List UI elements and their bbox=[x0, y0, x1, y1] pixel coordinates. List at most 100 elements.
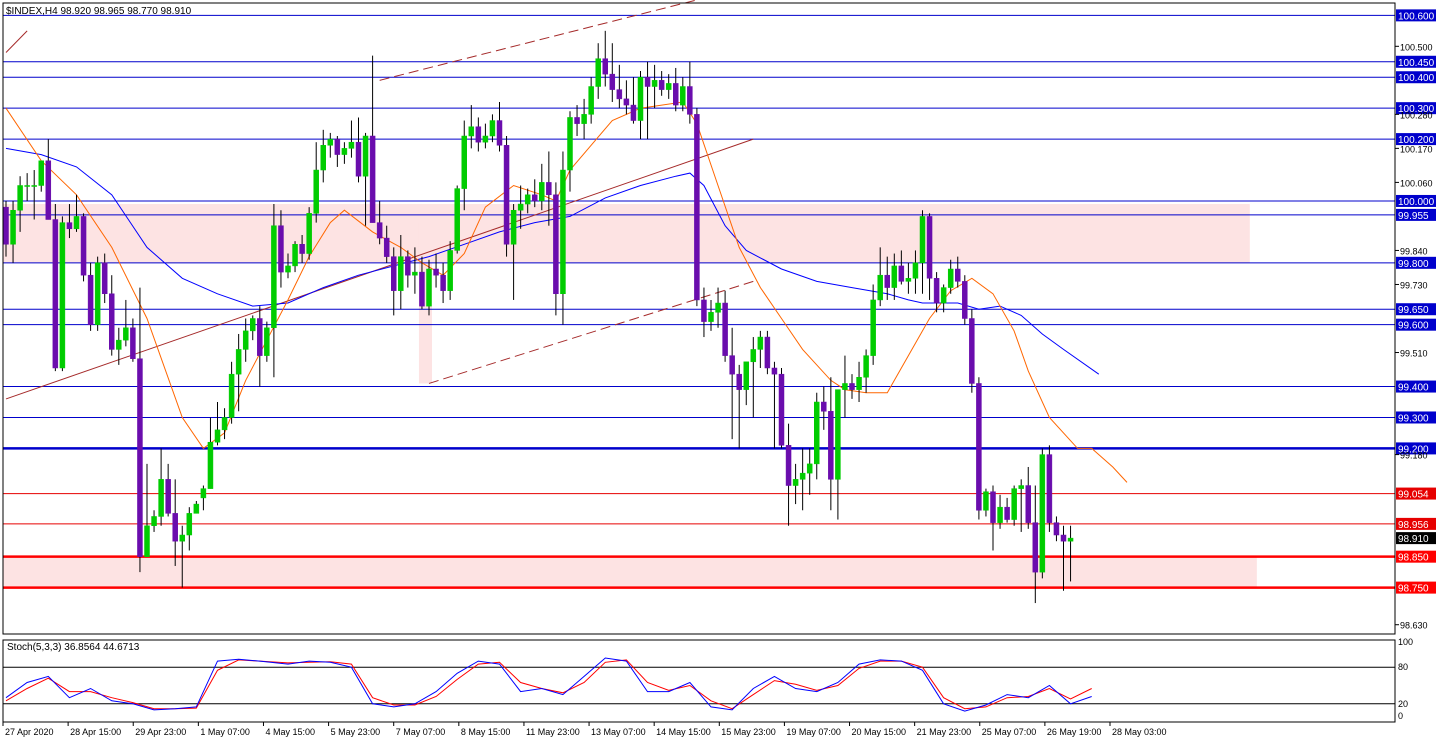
candle-body bbox=[651, 80, 658, 87]
time-label-5: 5 May 23:00 bbox=[331, 727, 381, 737]
candle-body bbox=[637, 76, 644, 121]
candle-body bbox=[771, 367, 778, 375]
candle-body bbox=[278, 225, 284, 273]
candle-body bbox=[405, 256, 411, 276]
candle-body bbox=[701, 299, 707, 322]
candle bbox=[969, 309, 975, 393]
candle-body bbox=[983, 491, 989, 511]
candle-body bbox=[574, 117, 580, 124]
candle-body bbox=[172, 513, 178, 542]
candle-body bbox=[433, 268, 439, 276]
stoch-axis-label-0: 0 bbox=[1398, 711, 1403, 721]
candle-body bbox=[45, 160, 52, 220]
candle-body bbox=[687, 86, 693, 115]
candle-body bbox=[1025, 485, 1031, 523]
candle-body bbox=[285, 265, 291, 273]
candle-body bbox=[595, 58, 601, 87]
candle-body bbox=[532, 194, 538, 202]
time-label-17: 28 May 03:00 bbox=[1112, 727, 1167, 737]
candle-body bbox=[383, 237, 390, 257]
time-label-16: 26 May 19:00 bbox=[1047, 727, 1102, 737]
price-tick-label-100.060: 100.060 bbox=[1400, 178, 1433, 188]
candle-body bbox=[588, 86, 594, 115]
time-label-0: 27 Apr 2020 bbox=[5, 727, 54, 737]
candle-body bbox=[792, 479, 799, 486]
candle bbox=[764, 330, 771, 375]
candle-body bbox=[1067, 537, 1074, 542]
chart-header: $INDEX,H4 98.920 98.965 98.770 98.910 bbox=[6, 6, 192, 17]
candle-body bbox=[87, 274, 94, 325]
level-label-99.300: 99.300 bbox=[1398, 413, 1429, 424]
candle-body bbox=[517, 203, 524, 211]
price-tick-label-99.180: 99.180 bbox=[1400, 451, 1428, 461]
level-label-99.054: 99.054 bbox=[1398, 490, 1429, 501]
price-tick-label-99.730: 99.730 bbox=[1400, 280, 1428, 290]
candle-body bbox=[1011, 488, 1017, 520]
candle-body bbox=[524, 194, 531, 205]
candle-body bbox=[292, 244, 298, 267]
candle-body bbox=[31, 185, 37, 187]
chart-canvas[interactable]: 100.600100.450100.400100.300100.200100.0… bbox=[0, 0, 1436, 743]
candle-body bbox=[482, 135, 489, 143]
candle-body bbox=[616, 89, 623, 100]
candle-body bbox=[955, 268, 961, 282]
time-label-11: 15 May 23:00 bbox=[721, 727, 776, 737]
candle-body bbox=[1004, 506, 1010, 520]
candle-body bbox=[94, 262, 101, 325]
level-label-100.400: 100.400 bbox=[1398, 73, 1435, 84]
candle-body bbox=[609, 73, 616, 90]
candle-body bbox=[898, 265, 905, 282]
candle-body bbox=[510, 209, 517, 245]
candle-body bbox=[870, 299, 876, 356]
candle-body bbox=[785, 445, 792, 486]
candle bbox=[962, 275, 968, 325]
candle-body bbox=[235, 349, 242, 375]
candle-body bbox=[38, 160, 44, 186]
candle-body bbox=[729, 355, 735, 375]
candle-body bbox=[419, 271, 425, 307]
candle-body bbox=[757, 336, 764, 350]
candle-body bbox=[581, 114, 587, 124]
candle-body bbox=[313, 169, 319, 214]
candle-body bbox=[736, 373, 742, 390]
candle-body bbox=[884, 274, 890, 288]
candle bbox=[503, 136, 510, 257]
current-price-label: 98.910 bbox=[1398, 534, 1429, 545]
stoch-axis-label-80: 80 bbox=[1398, 662, 1408, 672]
candle-body bbox=[355, 141, 362, 177]
candle-body bbox=[926, 216, 933, 279]
candle-body bbox=[969, 318, 975, 384]
level-label-99.400: 99.400 bbox=[1398, 383, 1429, 394]
candle-body bbox=[306, 213, 312, 254]
level-label-100.600: 100.600 bbox=[1398, 11, 1435, 22]
candle-body bbox=[680, 86, 686, 106]
time-label-9: 13 May 07:00 bbox=[591, 727, 646, 737]
candle-body bbox=[3, 206, 9, 245]
price-tick-label-100.500: 100.500 bbox=[1400, 42, 1433, 52]
time-label-2: 29 Apr 23:00 bbox=[135, 727, 186, 737]
candle-body bbox=[1018, 485, 1024, 489]
candle-body bbox=[299, 244, 305, 254]
candle-body bbox=[863, 355, 869, 378]
candle-body bbox=[362, 135, 369, 177]
candle-body bbox=[59, 222, 66, 369]
candle-body bbox=[962, 281, 968, 319]
candle-body bbox=[10, 209, 16, 245]
candle-body bbox=[835, 389, 841, 480]
candle-body bbox=[151, 516, 157, 526]
candle-body bbox=[116, 339, 122, 350]
candle-body bbox=[856, 377, 862, 390]
candle-body bbox=[947, 268, 954, 288]
candle-body bbox=[468, 126, 475, 137]
candle-body bbox=[193, 503, 200, 514]
candle-body bbox=[877, 274, 883, 301]
candle-body bbox=[546, 182, 552, 196]
level-label-100.450: 100.450 bbox=[1398, 58, 1435, 69]
candle bbox=[264, 321, 270, 362]
candle-body bbox=[250, 318, 256, 332]
level-label-99.955: 99.955 bbox=[1398, 211, 1429, 222]
candle-body bbox=[348, 141, 355, 149]
candle-body bbox=[919, 216, 926, 264]
candle-body bbox=[722, 302, 728, 356]
candle bbox=[94, 256, 101, 331]
